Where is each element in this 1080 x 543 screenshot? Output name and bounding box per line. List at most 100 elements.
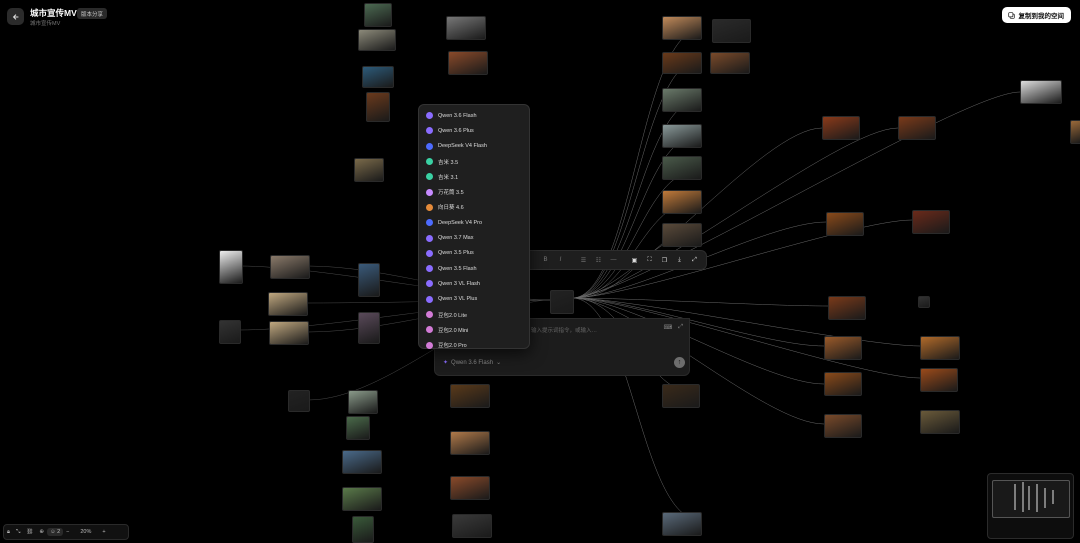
link-icon[interactable]: ⛓︎ (23, 529, 36, 535)
image-node[interactable] (822, 116, 860, 140)
qwen-icon (426, 234, 433, 242)
model-option[interactable]: 豆包2.0 Pro (419, 337, 529, 352)
image-node[interactable] (920, 410, 960, 434)
prompt-input[interactable]: 输入提示词指令，或输入… (531, 326, 597, 334)
image-node[interactable] (1020, 80, 1062, 104)
copy-to-my-space-button[interactable]: 复制到我的空间 (1001, 7, 1071, 23)
model-option[interactable]: 豆包2.0 Lite (419, 307, 529, 322)
model-option[interactable]: Qwen 3.6 Plus (419, 123, 529, 138)
image-node[interactable] (358, 312, 380, 344)
zoom-level[interactable]: 20% (72, 529, 99, 535)
download-icon[interactable]: ⤓ (672, 257, 687, 264)
crop-icon[interactable]: ⛶ (642, 257, 657, 264)
image-node[interactable] (824, 414, 862, 438)
image-node[interactable] (662, 223, 702, 247)
model-option-label: 向日葵 4.6 (438, 205, 464, 212)
model-option[interactable]: Qwen 3.7 Max (419, 230, 529, 245)
zoom-out-button[interactable]: − (63, 529, 72, 535)
image-node[interactable] (448, 51, 488, 75)
image-node[interactable] (662, 156, 702, 180)
image-node[interactable] (920, 336, 960, 360)
expand-icon[interactable]: ⤢ (678, 324, 683, 331)
numbered-list-icon[interactable]: ☷ (591, 257, 606, 264)
image-node[interactable] (346, 416, 370, 440)
image-node[interactable] (920, 368, 958, 392)
image-node[interactable] (268, 292, 308, 316)
image-node[interactable] (662, 16, 702, 40)
image-node[interactable] (824, 372, 862, 396)
image-node[interactable] (342, 487, 382, 511)
keyboard-icon[interactable]: ⌨ (664, 324, 673, 331)
image-node[interactable] (358, 263, 380, 297)
model-option[interactable]: Qwen 3.5 Flash (419, 261, 529, 276)
image-node[interactable] (550, 290, 574, 314)
minimap-viewport[interactable] (992, 480, 1070, 518)
image-node[interactable] (342, 450, 382, 474)
image-node[interactable] (354, 158, 384, 182)
version-badge: 版本分享 (77, 8, 108, 19)
workflow-canvas[interactable] (0, 0, 1080, 543)
send-button[interactable]: ↑ (674, 357, 685, 368)
people-icon[interactable]: ☺ 2 (46, 528, 64, 536)
image-node[interactable] (450, 431, 490, 455)
share-icon[interactable]: ⊕ (36, 529, 47, 535)
image-node[interactable] (912, 210, 950, 234)
divider-icon[interactable]: — (606, 257, 621, 263)
image-node[interactable] (366, 92, 390, 122)
image-node[interactable] (452, 514, 492, 538)
image-node[interactable] (662, 52, 702, 74)
model-option-label: 吉米 3.1 (438, 174, 459, 181)
model-selector[interactable]: ✦ Qwen 3.6 Flash ⌄ (443, 359, 501, 367)
image-node[interactable] (270, 255, 310, 279)
image-node[interactable] (710, 52, 750, 74)
model-option[interactable]: Qwen 3.5 Plus (419, 246, 529, 261)
model-option[interactable]: Qwen 3.6 Flash (419, 108, 529, 123)
image-node[interactable] (662, 124, 702, 148)
image-node[interactable] (269, 321, 309, 345)
model-option[interactable]: DeepSeek V4 Flash (419, 139, 529, 154)
model-option[interactable]: 吉米 3.5 (419, 154, 529, 169)
image-node[interactable] (219, 250, 243, 284)
bold-icon[interactable]: B (538, 257, 553, 263)
model-option[interactable]: 吉米 3.1 (419, 169, 529, 184)
back-button[interactable] (7, 8, 24, 25)
image-node[interactable] (364, 3, 392, 27)
image-node[interactable] (898, 116, 936, 140)
image-node[interactable] (662, 88, 702, 112)
zoom-in-button[interactable]: + (99, 529, 108, 535)
image-node[interactable] (828, 296, 866, 320)
image-node[interactable] (348, 390, 378, 414)
model-option[interactable]: 万花筒 3.5 (419, 184, 529, 199)
duplicate-icon[interactable]: ❐ (657, 257, 672, 264)
model-option[interactable]: Qwen 3 VL Flash (419, 276, 529, 291)
model-option[interactable]: 向日葵 4.6 (419, 200, 529, 215)
image-node[interactable] (662, 190, 702, 214)
fit-view-icon[interactable]: ⤡ (13, 529, 23, 536)
qwen-icon (426, 127, 433, 135)
model-option[interactable]: Qwen 3 VL Plus (419, 292, 529, 307)
image-node[interactable] (1070, 120, 1080, 144)
model-option[interactable]: DeepSeek V4 Pro (419, 215, 529, 230)
image-node[interactable] (824, 336, 862, 360)
model-option[interactable]: 豆包2.0 Mini (419, 322, 529, 337)
italic-icon[interactable]: I (553, 257, 568, 263)
image-node[interactable] (358, 29, 396, 51)
image-node[interactable] (826, 212, 864, 236)
bullet-list-icon[interactable]: ☰ (576, 257, 591, 264)
image-node[interactable] (918, 296, 930, 308)
image-node[interactable] (662, 384, 700, 408)
image-node[interactable] (712, 19, 751, 43)
image-node[interactable] (446, 16, 486, 40)
image-node[interactable] (352, 516, 374, 543)
image-node[interactable] (219, 320, 241, 344)
image-node[interactable] (288, 390, 310, 412)
image-node[interactable] (450, 476, 490, 500)
minimap[interactable] (987, 473, 1074, 539)
fullscreen-icon[interactable]: ⤢ (687, 257, 702, 264)
image-icon[interactable]: ▣ (627, 257, 642, 264)
doubao-icon (426, 311, 433, 318)
image-node[interactable] (662, 512, 702, 536)
lock-icon[interactable]: 🔒︎ (4, 529, 13, 536)
image-node[interactable] (450, 384, 490, 408)
image-node[interactable] (362, 66, 394, 88)
